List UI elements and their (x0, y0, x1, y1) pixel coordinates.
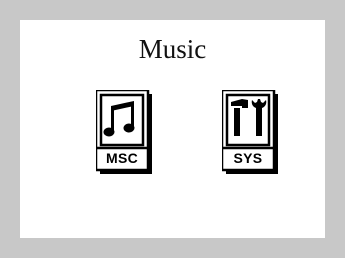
app-icon-system[interactable]: SYS (222, 90, 278, 174)
app-icon-music[interactable]: MSC (96, 90, 152, 174)
app-label-msc: MSC (105, 150, 138, 166)
app-label-sys: SYS (233, 150, 263, 166)
device-screen: Music MSC SYS (20, 20, 325, 238)
screen-title: Music (138, 34, 207, 64)
